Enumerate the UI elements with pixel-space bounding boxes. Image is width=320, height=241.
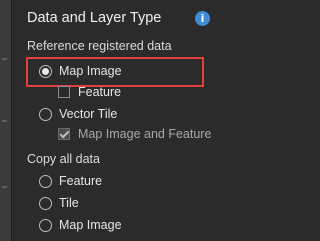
checkbox-label: Feature [78, 85, 122, 99]
divider [2, 120, 7, 122]
radio-label: Tile [59, 196, 79, 210]
radio-map-image[interactable]: Map Image [39, 63, 122, 79]
radio-copy-tile[interactable]: Tile [39, 195, 79, 211]
info-icon[interactable]: i [195, 11, 210, 26]
divider [2, 58, 7, 60]
radio-button[interactable] [39, 196, 52, 210]
reference-group-label: Reference registered data [27, 39, 172, 53]
radio-button[interactable] [39, 107, 52, 121]
radio-button[interactable] [39, 64, 52, 78]
radio-label: Map Image [59, 64, 122, 78]
divider [2, 186, 7, 188]
checkbox[interactable] [58, 86, 70, 98]
checkbox[interactable] [58, 128, 70, 140]
radio-button[interactable] [39, 218, 52, 232]
radio-vector-tile[interactable]: Vector Tile [39, 106, 117, 122]
radio-label: Feature [59, 174, 103, 188]
section-title: Data and Layer Type [27, 10, 162, 26]
data-layer-type-panel: Data and Layer Type i Reference register… [11, 0, 250, 241]
radio-copy-map-image[interactable]: Map Image [39, 217, 122, 233]
copy-group-label: Copy all data [27, 152, 100, 166]
checkbox-feature[interactable]: Feature [58, 84, 121, 100]
radio-button[interactable] [39, 174, 52, 188]
radio-label: Vector Tile [59, 107, 118, 121]
left-edge-panel [0, 0, 11, 241]
radio-label: Map Image [59, 218, 122, 232]
radio-copy-feature[interactable]: Feature [39, 173, 102, 189]
checkbox-map-image-and-feature[interactable]: Map Image and Feature [58, 126, 211, 142]
checkbox-label: Map Image and Feature [78, 127, 212, 141]
